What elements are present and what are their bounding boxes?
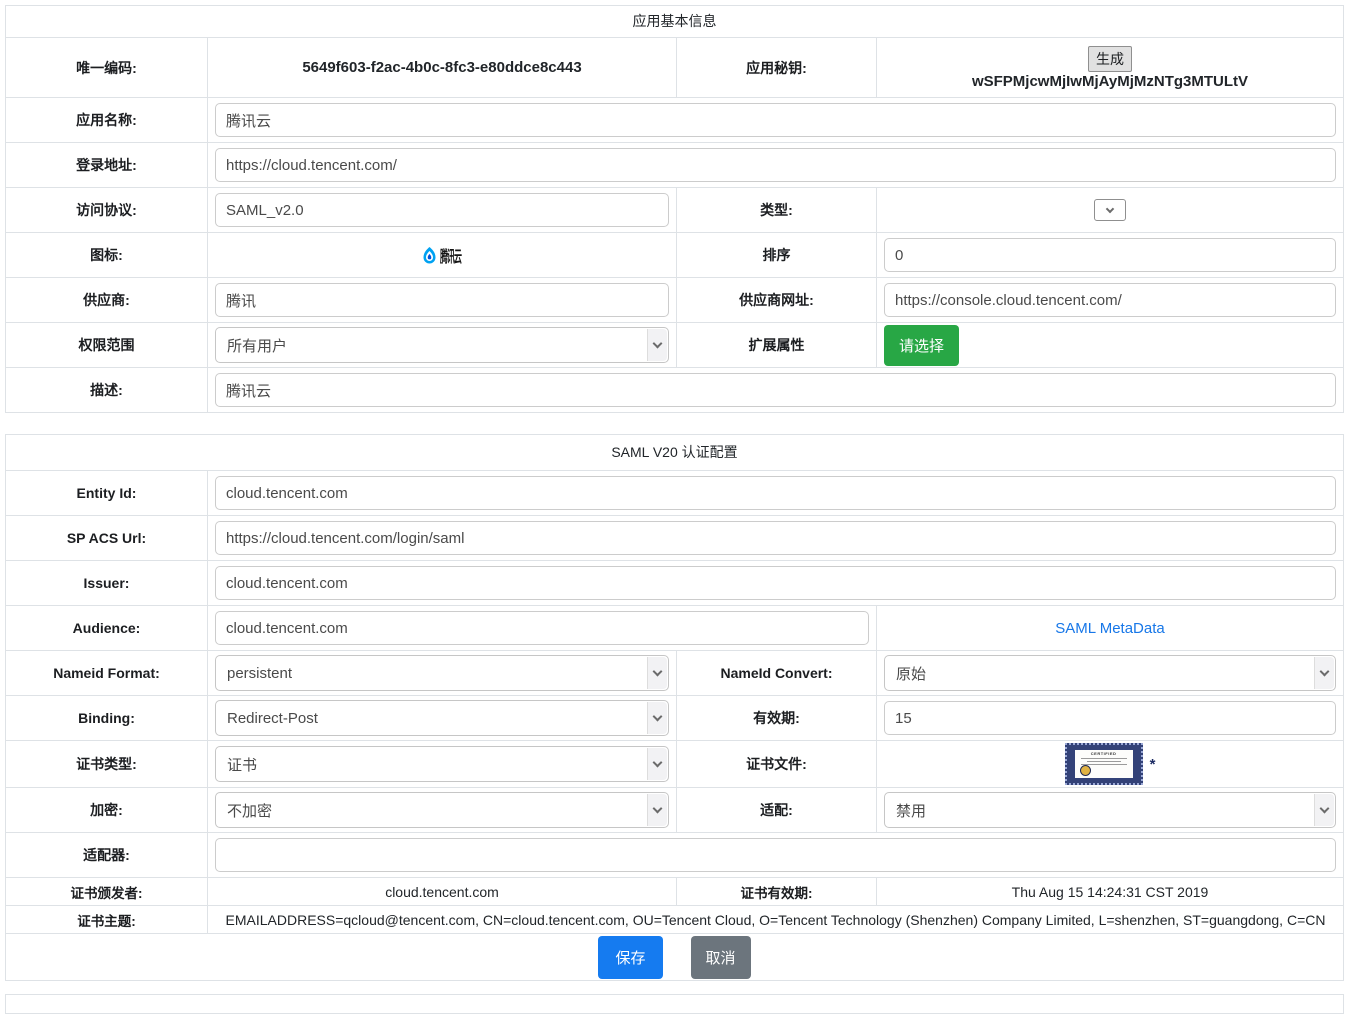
required-asterisk: * bbox=[1150, 756, 1156, 773]
binding-value: Redirect-Post bbox=[227, 710, 318, 727]
save-button[interactable]: 保存 bbox=[598, 936, 662, 979]
audience-label: Audience: bbox=[6, 606, 207, 650]
certificate-title-text: CERTIFIED bbox=[1075, 752, 1133, 756]
chevron-down-icon bbox=[647, 657, 667, 689]
login-url-input[interactable] bbox=[215, 148, 1336, 182]
app-basic-info-panel: 应用基本信息 唯一编码: 5649f603-f2ac-4b0c-8fc3-e80… bbox=[5, 5, 1344, 413]
app-name-label: 应用名称: bbox=[6, 98, 207, 142]
saml-config-panel: SAML V20 认证配置 Entity Id: SP ACS Url: Iss… bbox=[5, 434, 1344, 981]
cert-type-label: 证书类型: bbox=[6, 741, 207, 787]
type-select[interactable] bbox=[1094, 199, 1126, 221]
ext-attr-label: 扩展属性 bbox=[676, 323, 876, 367]
cert-validity-label: 证书有效期: bbox=[676, 878, 876, 905]
adapt-label: 适配: bbox=[676, 788, 876, 832]
chevron-down-icon bbox=[647, 794, 667, 826]
encryption-value: 不加密 bbox=[227, 800, 272, 821]
nameid-format-value: persistent bbox=[227, 665, 292, 682]
sp-acs-url-label: SP ACS Url: bbox=[6, 516, 207, 560]
chevron-down-icon bbox=[1314, 794, 1334, 826]
issuer-input[interactable] bbox=[215, 566, 1336, 600]
vendor-url-label: 供应商网址: bbox=[676, 278, 876, 322]
nameid-convert-select[interactable]: 原始 bbox=[884, 655, 1336, 691]
nameid-convert-label: NameId Convert: bbox=[676, 651, 876, 695]
cert-type-value: 证书 bbox=[227, 754, 257, 775]
cert-issuer-value: cloud.tencent.com bbox=[207, 878, 676, 905]
adapter-input[interactable] bbox=[215, 838, 1336, 872]
encryption-select[interactable]: 不加密 bbox=[215, 792, 669, 828]
cert-validity-value: Thu Aug 15 14:24:31 CST 2019 bbox=[876, 878, 1343, 905]
adapt-select[interactable]: 禁用 bbox=[884, 792, 1336, 828]
app-logo-icon: 腾讯云 bbox=[208, 243, 676, 267]
cert-subject-label: 证书主题: bbox=[6, 906, 207, 933]
chevron-down-icon bbox=[647, 702, 667, 734]
cert-type-select[interactable]: 证书 bbox=[215, 746, 669, 782]
adapter-label: 适配器: bbox=[6, 833, 207, 877]
app-logo-text: 腾讯云 bbox=[440, 243, 453, 267]
audience-input[interactable] bbox=[215, 611, 869, 645]
chevron-down-icon bbox=[647, 748, 667, 780]
scope-select[interactable]: 所有用户 bbox=[215, 327, 669, 363]
description-label: 描述: bbox=[6, 368, 207, 412]
tencent-cloud-logo-icon bbox=[419, 245, 440, 266]
scope-label: 权限范围 bbox=[6, 323, 207, 367]
unique-code-label: 唯一编码: bbox=[6, 38, 207, 97]
vendor-input[interactable] bbox=[215, 283, 669, 317]
vendor-label: 供应商: bbox=[6, 278, 207, 322]
adapt-value: 禁用 bbox=[896, 800, 926, 821]
sp-acs-url-input[interactable] bbox=[215, 521, 1336, 555]
nameid-convert-value: 原始 bbox=[896, 663, 926, 684]
binding-label: Binding: bbox=[6, 696, 207, 740]
certificate-preview-image[interactable]: CERTIFIED bbox=[1065, 743, 1143, 785]
binding-select[interactable]: Redirect-Post bbox=[215, 700, 669, 736]
saml-metadata-link[interactable]: SAML MetaData bbox=[1055, 620, 1165, 637]
entity-id-input[interactable] bbox=[215, 476, 1336, 510]
sort-label: 排序 bbox=[676, 233, 876, 277]
nameid-format-select[interactable]: persistent bbox=[215, 655, 669, 691]
sort-input[interactable] bbox=[884, 238, 1336, 272]
panel-title-app-info: 应用基本信息 bbox=[6, 6, 1343, 37]
scope-select-value: 所有用户 bbox=[227, 335, 287, 356]
issuer-label: Issuer: bbox=[6, 561, 207, 605]
cert-file-label: 证书文件: bbox=[676, 741, 876, 787]
chevron-down-icon bbox=[647, 329, 667, 361]
app-secret-label: 应用秘钥: bbox=[676, 38, 876, 97]
cert-subject-value: EMAILADDRESS=qcloud@tencent.com, CN=clou… bbox=[207, 906, 1343, 933]
chevron-down-icon bbox=[1106, 205, 1114, 213]
validity-label: 有效期: bbox=[676, 696, 876, 740]
app-secret-value: wSFPMjcwMjIwMjAyMjMzNTg3MTULtV bbox=[972, 73, 1248, 90]
login-url-label: 登录地址: bbox=[6, 143, 207, 187]
app-name-input[interactable] bbox=[215, 103, 1336, 137]
nameid-format-label: Nameid Format: bbox=[6, 651, 207, 695]
validity-input[interactable] bbox=[884, 701, 1336, 735]
protocol-label: 访问协议: bbox=[6, 188, 207, 232]
generate-secret-button[interactable]: 生成 bbox=[1088, 46, 1132, 72]
protocol-input[interactable] bbox=[215, 193, 669, 227]
description-input[interactable] bbox=[215, 373, 1336, 407]
type-label: 类型: bbox=[676, 188, 876, 232]
icon-label: 图标: bbox=[6, 233, 207, 277]
encryption-label: 加密: bbox=[6, 788, 207, 832]
cert-issuer-label: 证书颁发者: bbox=[6, 878, 207, 905]
certificate-seal-icon bbox=[1080, 765, 1091, 776]
chevron-down-icon bbox=[1314, 657, 1334, 689]
entity-id-label: Entity Id: bbox=[6, 471, 207, 515]
ext-attr-select-button[interactable]: 请选择 bbox=[884, 325, 959, 366]
panel-title-saml-config: SAML V20 认证配置 bbox=[6, 435, 1343, 470]
cancel-button[interactable]: 取消 bbox=[691, 936, 751, 979]
unique-code-value: 5649f603-f2ac-4b0c-8fc3-e80ddce8c443 bbox=[207, 38, 676, 97]
vendor-url-input[interactable] bbox=[884, 283, 1336, 317]
empty-footer-panel bbox=[5, 994, 1344, 1014]
